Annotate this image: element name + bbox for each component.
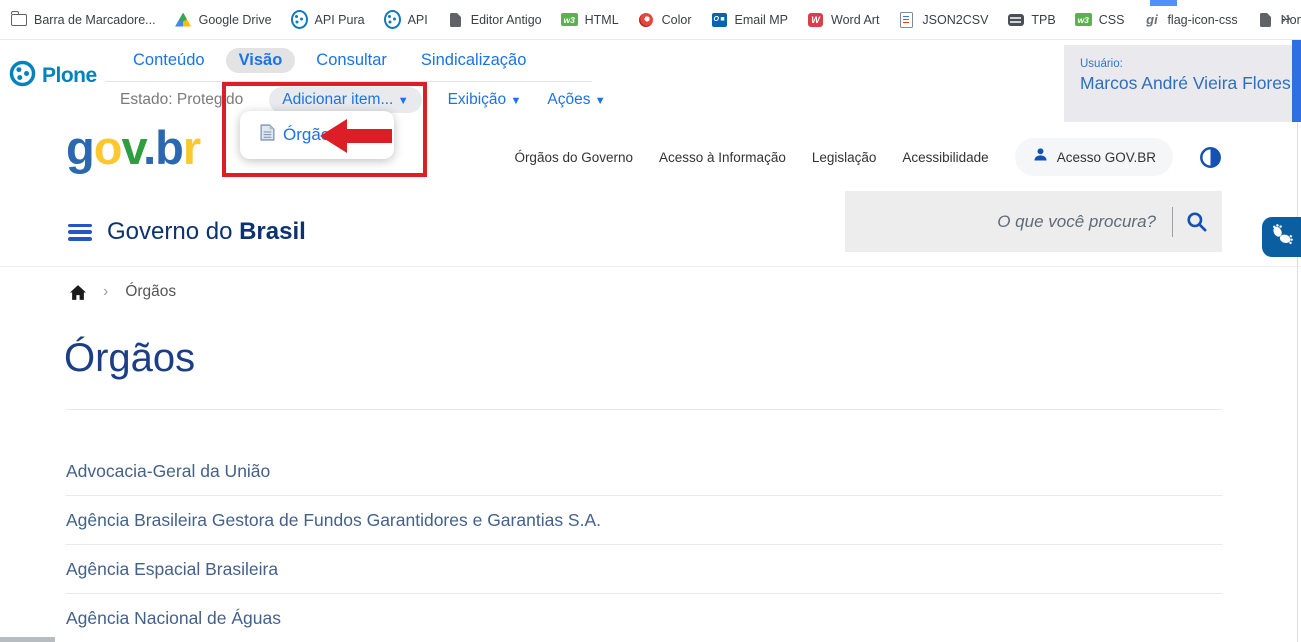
chevron-down-icon: ▼ <box>510 95 521 107</box>
bookmark-item[interactable]: Homologação novo... <box>1257 12 1301 28</box>
govbr-logo-letter: b <box>155 121 183 174</box>
bookmark-item[interactable]: Color <box>638 12 692 28</box>
chevron-down-icon: ▼ <box>398 95 409 107</box>
org-list: Advocacia-Geral da UniãoAgência Brasilei… <box>66 447 1222 642</box>
plone-circle-icon <box>384 10 401 29</box>
vlibras-hands-icon <box>1268 221 1295 253</box>
screen: Barra de Marcadore... Google Drive API P… <box>0 0 1301 642</box>
json-file-icon <box>900 12 913 28</box>
user-menu-name: Marcos André Vieira Flores ▼ <box>1080 73 1292 94</box>
outlook-icon <box>712 13 727 27</box>
govbr-logo-letter: o <box>94 121 122 174</box>
govbr-logo-letter: v <box>121 121 143 174</box>
bookmark-item[interactable]: flag-icon-css <box>1143 12 1237 28</box>
govbr-header-nav: Órgãos do Governo Acesso à Informação Legi… <box>514 138 1222 176</box>
bookmarks-bar: Barra de Marcadore... Google Drive API P… <box>0 0 1301 40</box>
workflow-state-label: Estado: Protegido <box>120 91 243 109</box>
org-list-item[interactable]: Agência Nacional de Águas <box>66 594 1222 642</box>
bookmark-item[interactable]: Email MP <box>711 12 788 28</box>
search-bar <box>845 191 1222 252</box>
dropdown-item-label: Órgão <box>283 125 330 145</box>
search-input[interactable] <box>884 211 1158 233</box>
user-menu[interactable]: Usuário: Marcos André Vieira Flores ▼ <box>1064 45 1292 122</box>
contrast-toggle-icon[interactable] <box>1199 146 1222 169</box>
org-list-item[interactable]: Advocacia-Geral da União <box>66 447 1222 496</box>
header-nav-link[interactable]: Legislação <box>812 150 877 165</box>
vlibras-button[interactable] <box>1262 217 1301 257</box>
tpb-icon <box>1008 14 1024 26</box>
header-nav-link[interactable]: Acessibilidade <box>902 150 988 165</box>
person-icon <box>1032 146 1049 168</box>
add-item-dropdown-orgao[interactable]: Órgão <box>240 111 394 159</box>
plone-logo-icon <box>9 60 36 92</box>
user-menu-label: Usuário: <box>1080 58 1292 70</box>
plone-tabs: Conteúdo Visão Consultar Sindicalização <box>120 48 539 73</box>
page-title: Órgãos <box>64 336 195 381</box>
breadcrumb: › Órgãos <box>70 283 176 301</box>
bookmark-item[interactable]: Google Drive <box>175 12 272 28</box>
document-icon <box>260 124 275 146</box>
bookmark-item[interactable]: Barra de Marcadore... <box>10 12 156 28</box>
title-divider <box>66 409 1222 410</box>
bookmark-item[interactable]: Word Art <box>807 12 879 28</box>
govbr-logo-letter: g <box>66 121 94 174</box>
color-wheel-icon <box>639 13 653 27</box>
plone-actions-row: Estado: Protegido Adicionar item... ▼ Ex… <box>120 87 606 113</box>
header-nav-link[interactable]: Acesso à Informação <box>659 150 786 165</box>
scrollbar-line <box>1297 122 1298 642</box>
tabs-divider <box>105 81 592 82</box>
hamburger-menu-icon[interactable] <box>68 224 92 241</box>
bookmark-item[interactable]: JSON2CSV <box>898 12 988 28</box>
site-title: Governo do Brasil <box>107 218 306 246</box>
search-icon[interactable] <box>1185 210 1208 233</box>
word-icon <box>808 13 823 27</box>
bookmark-item[interactable]: TPB <box>1007 12 1055 28</box>
acesso-govbr-button[interactable]: Acesso GOV.BR <box>1015 138 1173 176</box>
gi-icon <box>1146 12 1158 27</box>
plone-toolbar: Plone Conteúdo Visão Consultar Sindicalizaç… <box>0 40 1301 122</box>
bookmark-item[interactable]: API Pura <box>291 12 365 28</box>
bookmark-item[interactable]: CSS <box>1075 12 1125 28</box>
bookmark-item[interactable]: API <box>384 12 428 28</box>
plone-tab-visão[interactable]: Visão <box>226 48 296 73</box>
plone-tab-sindicalização[interactable]: Sindicalização <box>408 48 539 73</box>
govbr-logo[interactable]: gov.br <box>66 120 200 175</box>
breadcrumb-separator: › <box>103 283 108 301</box>
bookmark-item[interactable]: HTML <box>561 12 619 28</box>
folder-icon <box>11 14 27 26</box>
right-edge-bar <box>1292 40 1301 122</box>
header-divider <box>0 266 1301 267</box>
home-icon[interactable] <box>70 285 86 300</box>
bottom-edge-block <box>0 637 55 642</box>
bookmarks-overflow-chevron-icon[interactable]: » <box>1282 8 1291 28</box>
bookmark-item[interactable]: Editor Antigo <box>447 12 542 28</box>
w3schools-icon <box>561 13 578 26</box>
file-icon <box>450 13 461 27</box>
actions-menu[interactable]: Ações ▼ <box>547 91 605 109</box>
govbr-logo-letter: r <box>183 121 200 174</box>
plone-tab-conteúdo[interactable]: Conteúdo <box>120 48 218 73</box>
add-item-menu[interactable]: Adicionar item... ▼ <box>269 87 421 113</box>
w3schools-icon <box>1075 13 1092 26</box>
display-menu[interactable]: Exibição ▼ <box>448 91 522 109</box>
plone-tab-consultar[interactable]: Consultar <box>303 48 400 73</box>
google-drive-icon <box>175 13 191 27</box>
header-nav-link[interactable]: Órgãos do Governo <box>514 150 633 165</box>
org-list-item[interactable]: Agência Brasileira Gestora de Fundos Gar… <box>66 496 1222 545</box>
plone-logo[interactable]: Plone <box>9 60 97 92</box>
search-divider <box>1172 207 1173 237</box>
govbr-logo-letter: . <box>143 121 155 174</box>
breadcrumb-current: Órgãos <box>125 283 176 301</box>
plone-circle-icon <box>291 10 308 29</box>
chevron-down-icon: ▼ <box>595 95 606 107</box>
browser-tab-fragment <box>1150 0 1177 6</box>
file-icon <box>1260 13 1271 27</box>
org-list-item[interactable]: Agência Espacial Brasileira <box>66 545 1222 594</box>
plone-logo-text: Plone <box>42 64 97 88</box>
site-title-row: Governo do Brasil <box>68 218 306 246</box>
